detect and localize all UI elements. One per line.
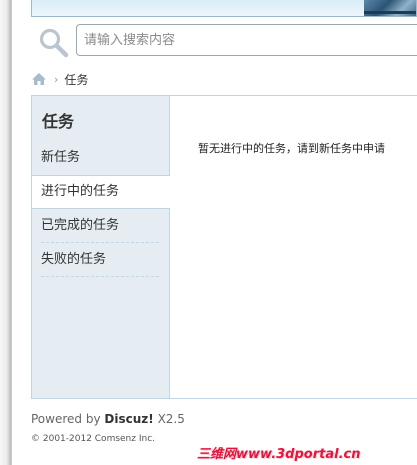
sidebar-title: 任务 [42,112,75,131]
sidebar-item-label: 失败的任务 [41,252,107,267]
breadcrumb-current[interactable]: 任务 [64,71,88,88]
breadcrumb: › 任务 [31,68,88,90]
sidebar-item-label: 新任务 [41,150,81,165]
search-input[interactable] [76,24,417,56]
watermark: 三维网www.3dportal.cn [197,447,361,462]
task-panel: 任务 新任务 进行中的任务 已完成的任务 失败的任务 暂无进行中的任务，请到新任… [31,95,417,399]
powered-prefix: Powered by [31,412,101,426]
sidebar-item-label: 进行中的任务 [41,184,120,199]
sidebar-item-failed-tasks[interactable]: 失败的任务 [32,243,169,277]
sidebar: 任务 新任务 进行中的任务 已完成的任务 失败的任务 [32,96,170,398]
header-banner [31,0,417,17]
home-icon[interactable] [31,72,47,86]
copyright: © 2001-2012 Comsenz Inc. [31,434,156,444]
empty-task-message: 暂无进行中的任务，请到新任务中申请 [198,142,385,155]
sidebar-item-new-tasks[interactable]: 新任务 [32,141,169,175]
powered-brand-link[interactable]: Discuz! [104,412,153,426]
sidebar-item-label: 已完成的任务 [41,218,120,233]
window-frame-left [0,0,12,465]
banner-image [364,0,416,16]
search-icon[interactable] [37,26,71,58]
powered-by: Powered by Discuz! X2.5 [31,412,185,426]
sidebar-item-in-progress-tasks[interactable]: 进行中的任务 [32,175,170,209]
breadcrumb-separator: › [54,72,59,86]
sidebar-item-completed-tasks[interactable]: 已完成的任务 [32,209,169,243]
powered-version: X2.5 [157,412,185,426]
